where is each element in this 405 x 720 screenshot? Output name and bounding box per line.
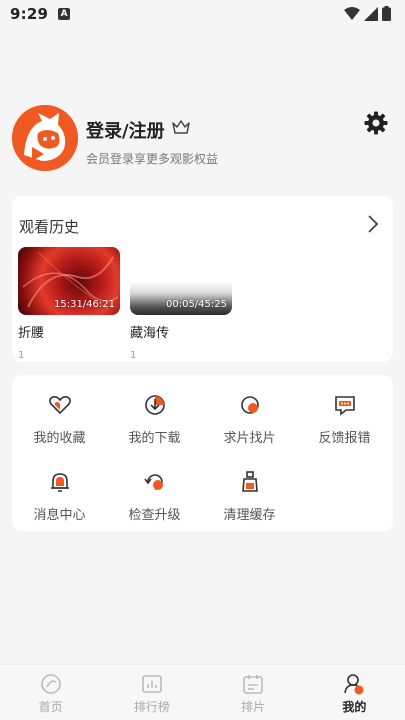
bottom-tab-bar: 首页 排行榜 排片 我的 bbox=[0, 664, 405, 720]
profile-icon bbox=[344, 674, 364, 695]
watch-progress-time: 00:05/45:25 bbox=[165, 299, 227, 310]
login-register-link[interactable]: 登录/注册 bbox=[86, 117, 165, 143]
history-title: 藏海传 bbox=[130, 326, 170, 341]
crown-icon bbox=[172, 120, 190, 134]
menu-label: 消息中心 bbox=[33, 508, 86, 523]
battery-icon bbox=[382, 6, 391, 21]
tab-label: 我的 bbox=[342, 700, 367, 714]
function-grid-card: 我的收藏 我的下载 求片找片 反馈报错 消息中心 检查升级 清理缓存 bbox=[12, 375, 393, 531]
feedback-button[interactable]: 反馈报错 bbox=[297, 393, 392, 446]
tab-home[interactable]: 首页 bbox=[0, 665, 101, 720]
status-bar: 9:29 A bbox=[0, 0, 405, 28]
history-episode: 1 bbox=[18, 350, 25, 361]
tab-ranking[interactable]: 排行榜 bbox=[101, 665, 202, 720]
history-title: 折腰 bbox=[18, 326, 45, 341]
my-downloads-button[interactable]: 我的下载 bbox=[107, 393, 202, 446]
check-update-button[interactable]: 检查升级 bbox=[107, 470, 202, 523]
menu-label: 我的收藏 bbox=[33, 431, 86, 446]
request-film-button[interactable]: 求片找片 bbox=[202, 393, 297, 446]
member-benefits-text: 会员登录享更多观影权益 bbox=[86, 152, 219, 166]
message-center-button[interactable]: 消息中心 bbox=[12, 470, 107, 523]
history-episode: 1 bbox=[130, 350, 137, 361]
home-icon bbox=[40, 674, 61, 694]
cat-logo-icon bbox=[12, 105, 78, 171]
schedule-icon bbox=[243, 675, 263, 694]
clean-cache-icon bbox=[238, 470, 262, 494]
status-time: 9:29 bbox=[10, 5, 49, 23]
notification-icon: A bbox=[58, 8, 71, 20]
profile-header[interactable]: 登录/注册 会员登录享更多观影权益 bbox=[12, 105, 393, 175]
watch-history-title: 观看历史 bbox=[19, 218, 80, 236]
menu-label: 清理缓存 bbox=[223, 508, 276, 523]
history-item[interactable]: 15:31/46:21 折腰 1 bbox=[18, 247, 120, 361]
tab-schedule[interactable]: 排片 bbox=[203, 665, 304, 720]
tab-mine[interactable]: 我的 bbox=[304, 665, 405, 720]
clear-cache-button[interactable]: 清理缓存 bbox=[202, 470, 297, 523]
my-favorites-button[interactable]: 我的收藏 bbox=[12, 393, 107, 446]
watch-history-card: 观看历史 15:31/46:21 折腰 1 00:05/45:25 藏海传 1 bbox=[12, 196, 393, 362]
upgrade-icon bbox=[143, 470, 167, 494]
ranking-icon bbox=[142, 675, 162, 693]
bell-icon bbox=[48, 470, 72, 494]
wifi-icon bbox=[344, 6, 360, 20]
tab-label: 首页 bbox=[38, 700, 63, 714]
heart-icon bbox=[48, 393, 72, 417]
feedback-icon bbox=[333, 393, 357, 417]
gear-icon[interactable] bbox=[364, 111, 388, 135]
menu-label: 检查升级 bbox=[128, 508, 181, 523]
menu-label: 我的下载 bbox=[128, 431, 181, 446]
tab-label: 排片 bbox=[241, 700, 266, 714]
avatar[interactable] bbox=[12, 105, 78, 171]
tab-label: 排行榜 bbox=[133, 700, 170, 714]
search-film-icon bbox=[238, 393, 262, 417]
download-icon bbox=[143, 393, 167, 417]
watch-progress-time: 15:31/46:21 bbox=[53, 299, 115, 310]
video-thumbnail[interactable]: 00:05/45:25 bbox=[130, 247, 232, 315]
menu-label: 求片找片 bbox=[223, 431, 276, 446]
video-thumbnail[interactable]: 15:31/46:21 bbox=[18, 247, 120, 315]
history-item[interactable]: 00:05/45:25 藏海传 1 bbox=[130, 247, 232, 361]
menu-label: 反馈报错 bbox=[318, 431, 371, 446]
chevron-right-icon[interactable] bbox=[367, 214, 379, 234]
signal-icon bbox=[364, 6, 378, 21]
